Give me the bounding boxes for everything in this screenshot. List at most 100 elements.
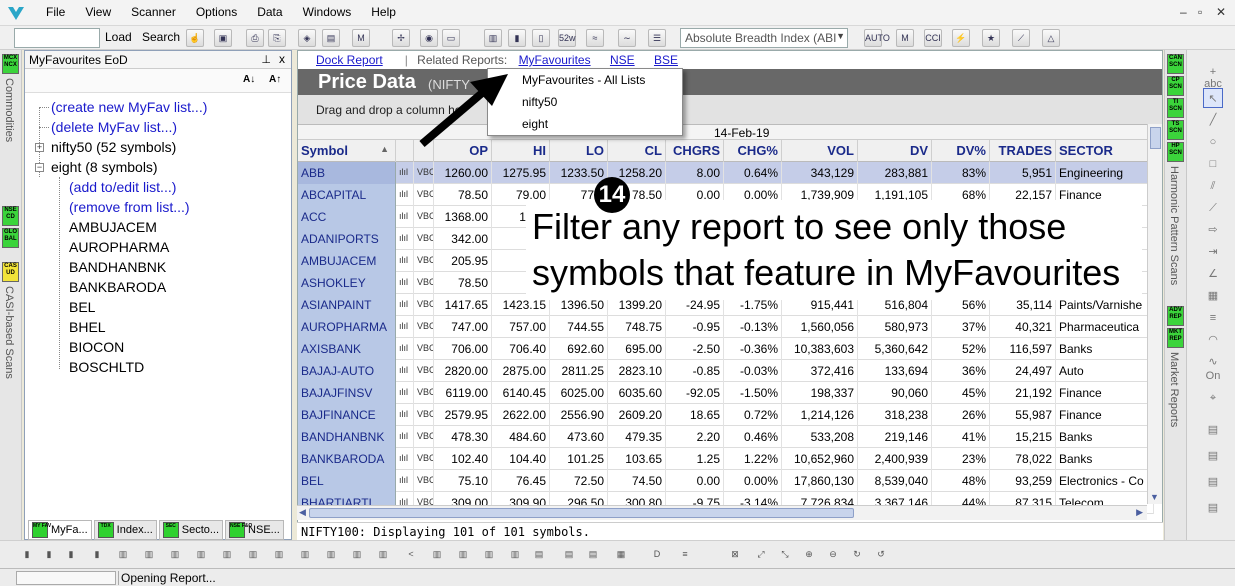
print-icon[interactable]: ⎙	[246, 29, 264, 47]
vbc-icon[interactable]: VBC	[414, 360, 434, 382]
globe-icon[interactable]: ◉	[420, 29, 438, 47]
pin-icon[interactable]: ⊥	[261, 53, 271, 66]
rect-tool-icon[interactable]: □	[1203, 154, 1223, 174]
sort-descending-button[interactable]: A↑	[269, 74, 281, 85]
chart-bars-icon[interactable]: ▥	[140, 545, 158, 563]
signal-icon[interactable]: ⚡	[952, 29, 970, 47]
related-bse-link[interactable]: BSE	[654, 53, 678, 67]
table-row[interactable]: ılıl VBC BAJAJFINSV 6119.00 6140.45 6025.00 60…	[298, 382, 1154, 404]
chart-type-icon[interactable]: ▤	[322, 29, 340, 47]
chart-bars-icon[interactable]: ▥	[166, 545, 184, 563]
symbol-cell[interactable]: ADANIPORTS	[298, 228, 396, 250]
mini-chart-icon[interactable]: ılıl	[396, 316, 414, 338]
arrow-pointer-icon[interactable]: ↖	[1203, 88, 1223, 108]
zoom-in-icon[interactable]: ⊕	[800, 545, 818, 563]
column-header[interactable]: Symbol ▲	[298, 140, 396, 162]
vertical-scrollbar[interactable]: ▼	[1147, 124, 1162, 504]
vbc-icon[interactable]: VBC	[414, 250, 434, 272]
delete-myfav-link[interactable]: (delete MyFav list...)	[51, 119, 177, 135]
bar-tool-icon[interactable]: ▮	[18, 545, 36, 563]
symbol-cell[interactable]: ASIANPAINT	[298, 294, 396, 316]
vbc-icon[interactable]: VBC	[414, 206, 434, 228]
mini-chart-icon[interactable]: ılıl	[396, 184, 414, 206]
chart-bars-icon[interactable]: ▥	[428, 545, 446, 563]
table-tool-icon[interactable]: ▤	[1203, 498, 1223, 518]
menu-options[interactable]: Options	[186, 5, 247, 19]
menu-view[interactable]: View	[75, 5, 121, 19]
cursor-tool-icon[interactable]: ⌖	[1203, 388, 1223, 408]
tab-sector[interactable]: SEC Secto...	[158, 520, 224, 540]
mini-chart-icon[interactable]: ılıl	[396, 448, 414, 470]
fan-tool-icon[interactable]: ⟋	[1203, 198, 1223, 218]
column-header[interactable]: DV	[858, 140, 932, 162]
vbc-icon[interactable]: VBC	[414, 426, 434, 448]
mini-chart-icon[interactable]: ılıl	[396, 382, 414, 404]
column-header[interactable]: CL	[608, 140, 666, 162]
menu-windows[interactable]: Windows	[293, 5, 362, 19]
table-row[interactable]: ılıl VBC BANKBARODA 102.40 104.40 101.25 103.6…	[298, 448, 1154, 470]
create-myfav-link[interactable]: (create new MyFav list...)	[51, 99, 207, 115]
cp-scan-badge[interactable]: CP SCN	[1167, 76, 1184, 96]
grid-tool-icon[interactable]: ▦	[1203, 286, 1223, 306]
auto-fibo-icon[interactable]: AUTO FIBO	[864, 29, 890, 59]
vbc-icon[interactable]: VBC	[414, 470, 434, 492]
mini-chart-icon[interactable]: ılıl	[396, 404, 414, 426]
restore-button[interactable]: ▫	[1198, 5, 1202, 19]
document-icon[interactable]: ▤	[530, 545, 548, 563]
list-item[interactable]: BANKBARODA	[69, 279, 166, 295]
list-item[interactable]: BHEL	[69, 319, 106, 335]
indicator-icon[interactable]: M	[352, 29, 370, 47]
zoom-out-icon[interactable]: ⊖	[824, 545, 842, 563]
symbol-cell[interactable]: BEL	[298, 470, 396, 492]
expand-icon[interactable]: ⤢	[752, 545, 770, 563]
panel-close-button[interactable]: x	[279, 52, 285, 66]
move-tool-icon[interactable]: ⇥	[1203, 242, 1223, 262]
ti-scan-badge[interactable]: TI SCN	[1167, 98, 1184, 118]
bar-tool-icon[interactable]: ▮	[40, 545, 58, 563]
symbol-cell[interactable]: AXISBANK	[298, 338, 396, 360]
angle-icon[interactable]: <	[402, 545, 420, 563]
load-button[interactable]: Load	[105, 30, 132, 44]
pointer-tool-icon[interactable]: ☝	[186, 29, 204, 47]
dropdown-item-eight[interactable]: eight	[522, 117, 548, 131]
table-row[interactable]: ılıl VBC AUROPHARMA 747.00 757.00 744.55 748.7…	[298, 316, 1154, 338]
dropdown-item-all-lists[interactable]: MyFavourites - All Lists	[522, 73, 645, 87]
star-icon[interactable]: ★	[982, 29, 1000, 47]
symbol-cell[interactable]: ASHOKLEY	[298, 272, 396, 294]
symbol-cell[interactable]: BANKBARODA	[298, 448, 396, 470]
market-reports-tab[interactable]: Market Reports	[1168, 352, 1180, 427]
mini-chart-icon[interactable]: ılıl	[396, 470, 414, 492]
menu-file[interactable]: File	[36, 5, 75, 19]
menu-scanner[interactable]: Scanner	[121, 5, 186, 19]
bar-tool-icon[interactable]: ▮	[88, 545, 106, 563]
mini-chart-icon[interactable]: ılıl	[396, 426, 414, 448]
table-row[interactable]: ılıl VBC AXISBANK 706.00 706.40 692.60 695.00-…	[298, 338, 1154, 360]
line-tool-icon[interactable]: ╱	[1203, 110, 1223, 130]
minimize-button[interactable]: –	[1180, 5, 1187, 19]
save-icon[interactable]: ▣	[214, 29, 232, 47]
mini-chart-icon[interactable]: ılıl	[396, 294, 414, 316]
network-icon[interactable]: ✢	[392, 29, 410, 47]
list-item[interactable]: AUROPHARMA	[69, 239, 169, 255]
chart-bars-icon[interactable]: ▥	[506, 545, 524, 563]
scroll-left-icon[interactable]: ◀	[299, 507, 306, 518]
vbc-icon[interactable]: VBC	[414, 404, 434, 426]
shrink-icon[interactable]: ⤡	[776, 545, 794, 563]
reload-icon[interactable]: ↺	[872, 545, 890, 563]
volume-icon[interactable]: ▮	[508, 29, 526, 47]
mini-chart-icon[interactable]: ılıl	[396, 272, 414, 294]
document-icon[interactable]: ▤	[584, 545, 602, 563]
casi-scans-tab[interactable]: CASI-based Scans	[3, 286, 15, 379]
wave-icon[interactable]: ≈	[586, 29, 604, 47]
chart-bars-icon[interactable]: ▥	[192, 545, 210, 563]
candle-icon[interactable]: ▯	[532, 29, 550, 47]
mini-chart-icon[interactable]: ılıl	[396, 250, 414, 272]
symbol-cell[interactable]: AUROPHARMA	[298, 316, 396, 338]
list-eight[interactable]: eight (8 symbols)	[51, 159, 158, 175]
column-header[interactable]: TRADES	[990, 140, 1056, 162]
column-header[interactable]: SECTOR	[1056, 140, 1154, 162]
table-row[interactable]: ılıl VBC BAJFINANCE 2579.95 2622.00 2556.90 26…	[298, 404, 1154, 426]
pivot-icon[interactable]: M PVT	[896, 29, 915, 59]
vbc-icon[interactable]: VBC	[414, 162, 434, 184]
column-header[interactable]: CHG%	[724, 140, 782, 162]
